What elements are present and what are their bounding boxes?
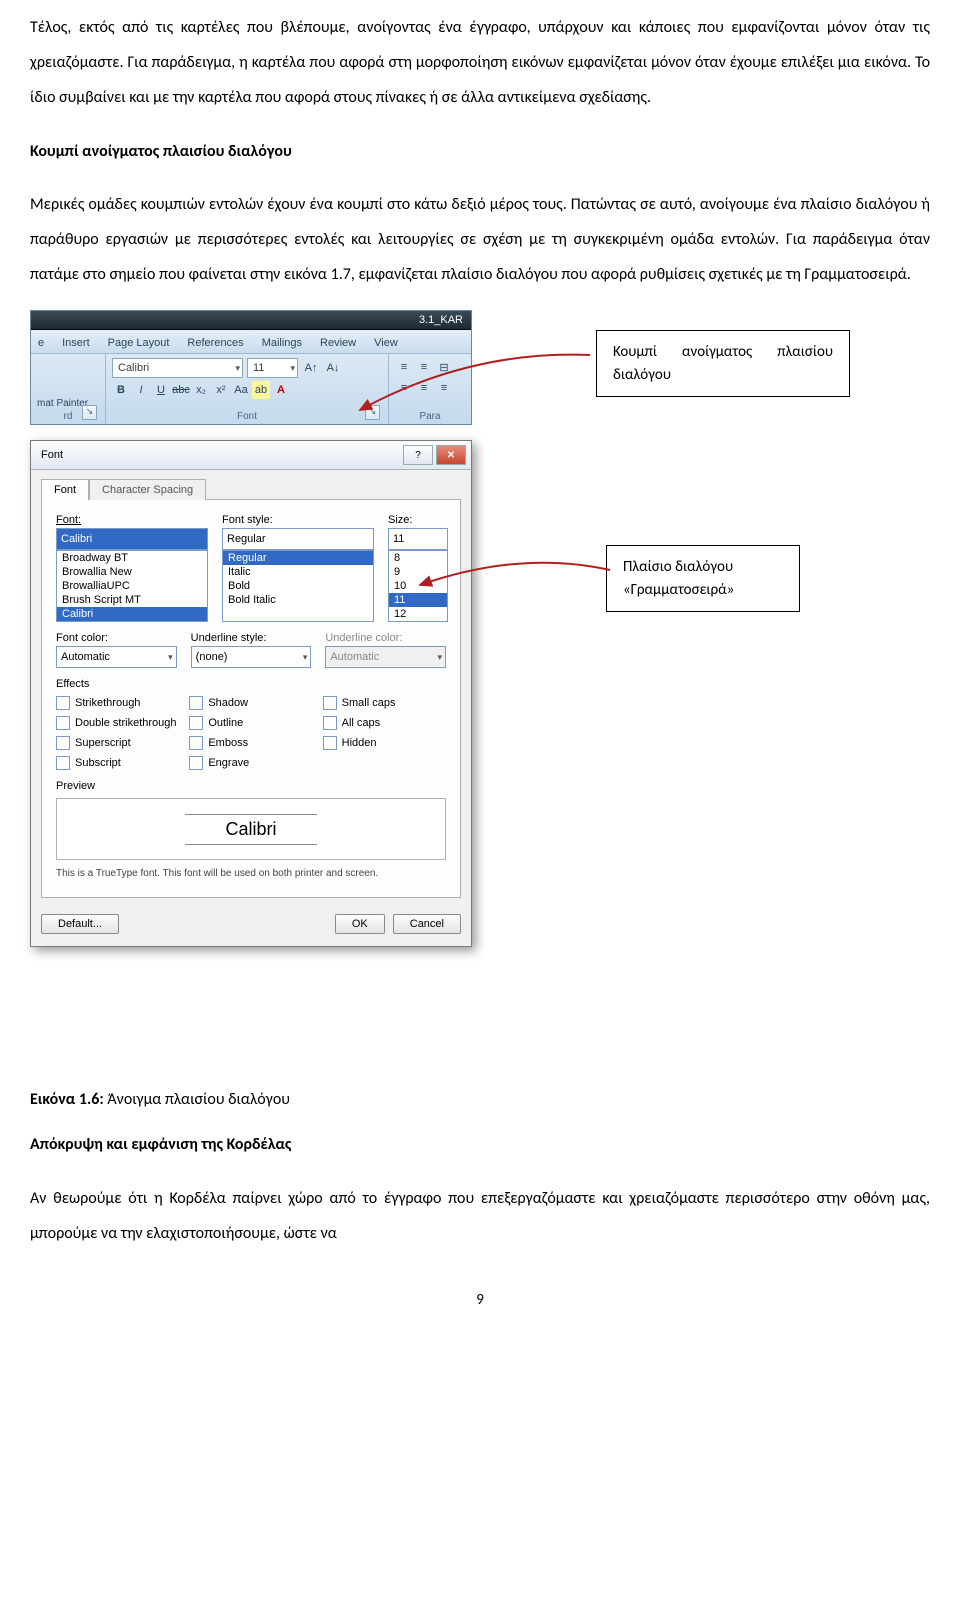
figure-1-6: 3.1_KAR e Insert Page Layout References …	[30, 310, 930, 1050]
subscript-button[interactable]: x₂	[192, 381, 210, 399]
shrink-font-icon[interactable]: A↓	[324, 359, 342, 377]
numbering-icon[interactable]: ≡	[415, 358, 433, 376]
chk-smallcaps[interactable]: Small caps	[323, 696, 446, 710]
font-color-dropdown[interactable]: Automatic	[56, 646, 177, 668]
default-button[interactable]: Default...	[41, 914, 119, 934]
label-font-color: Font color:	[56, 632, 177, 644]
tab-font[interactable]: Font	[41, 479, 89, 500]
word-ribbon: 3.1_KAR e Insert Page Layout References …	[30, 310, 472, 425]
align-right-icon[interactable]: ≡	[435, 379, 453, 397]
heading-hide-ribbon: Απόκρυψη και εμφάνιση της Κορδέλας	[30, 1127, 930, 1162]
help-icon[interactable]: ?	[403, 445, 433, 465]
font-color-button[interactable]: A	[272, 381, 290, 399]
label-font: Font:	[56, 514, 208, 526]
font-style-listbox[interactable]: Regular Italic Bold Bold Italic	[222, 550, 374, 622]
chk-hidden[interactable]: Hidden	[323, 736, 446, 750]
ribbon-tab-insert[interactable]: Insert	[60, 334, 92, 353]
callout-dialog-launcher: Κουμπί ανοίγματος πλαισίου διαλόγου	[596, 330, 850, 397]
chk-double-strike[interactable]: Double strikethrough	[56, 716, 179, 730]
underline-style-dropdown[interactable]: (none)	[191, 646, 312, 668]
label-underline-style: Underline style:	[191, 632, 312, 644]
paragraph-group-label: Para	[395, 409, 465, 422]
cancel-button[interactable]: Cancel	[393, 914, 461, 934]
underline-button[interactable]: U	[152, 381, 170, 399]
bullets-icon[interactable]: ≡	[395, 358, 413, 376]
paragraph-1: Τέλος, εκτός από τις καρτέλες που βλέπου…	[30, 10, 930, 116]
ribbon-tab-references[interactable]: References	[185, 334, 245, 353]
preview-sample: Calibri	[185, 814, 316, 845]
chk-allcaps[interactable]: All caps	[323, 716, 446, 730]
superscript-button[interactable]: x²	[212, 381, 230, 399]
heading-dialog-launcher: Κουμπί ανοίγματος πλαισίου διαλόγου	[30, 134, 930, 169]
page-number: 9	[30, 1291, 930, 1309]
grow-font-icon[interactable]: A↑	[302, 359, 320, 377]
label-font-style: Font style:	[222, 514, 374, 526]
font-input[interactable]	[56, 528, 208, 550]
figure-caption: Εικόνα 1.6: Άνοιγμα πλαισίου διαλόγου	[30, 1090, 930, 1109]
italic-button[interactable]: I	[132, 381, 150, 399]
chk-subscript[interactable]: Subscript	[56, 756, 179, 770]
preview-heading: Preview	[56, 780, 446, 792]
font-dialog: Font ? ✕ Font Character Spacing Font: Br…	[30, 440, 472, 947]
ribbon-tab-home-edge[interactable]: e	[36, 334, 46, 353]
window-title-bar: 3.1_KAR	[31, 311, 471, 330]
font-style-input[interactable]	[222, 528, 374, 550]
label-underline-color: Underline color:	[325, 632, 446, 644]
font-group-label: Font ↘	[112, 409, 382, 422]
preview-box: Calibri	[56, 798, 446, 860]
clipboard-group-label: rd ↘	[37, 409, 99, 422]
preview-note: This is a TrueType font. This font will …	[56, 868, 446, 879]
font-dialog-launcher[interactable]: ↘	[365, 405, 380, 420]
paragraph-3: Αν θεωρούμε ότι η Κορδέλα παίρνει χώρο α…	[30, 1181, 930, 1251]
size-listbox[interactable]: 8 9 10 11 12	[388, 550, 448, 622]
font-size-combo[interactable]: 11	[247, 358, 298, 378]
callout-font-dialog: Πλαίσιο διαλόγου «Γραμματοσειρά»	[606, 545, 800, 612]
highlight-button[interactable]: ab	[252, 381, 270, 399]
paragraph-2: Μερικές ομάδες κουμπιών εντολών έχουν έν…	[30, 187, 930, 293]
ribbon-tabs: e Insert Page Layout References Mailings…	[31, 330, 471, 354]
size-input[interactable]	[388, 528, 448, 550]
chk-outline[interactable]: Outline	[189, 716, 312, 730]
chk-superscript[interactable]: Superscript	[56, 736, 179, 750]
chk-emboss[interactable]: Emboss	[189, 736, 312, 750]
clipboard-group: mat Painter rd ↘	[31, 354, 106, 424]
effects-grid: Strikethrough Shadow Small caps Double s…	[56, 696, 446, 770]
ok-button[interactable]: OK	[335, 914, 385, 934]
font-listbox[interactable]: Broadway BT Browallia New BrowalliaUPC B…	[56, 550, 208, 622]
font-name-combo[interactable]: Calibri	[112, 358, 243, 378]
ribbon-tab-review[interactable]: Review	[318, 334, 358, 353]
multilevel-icon[interactable]: ⊟	[435, 358, 453, 376]
ribbon-tab-mailings[interactable]: Mailings	[260, 334, 304, 353]
strike-button[interactable]: abc	[172, 381, 190, 399]
dialog-title: Font	[41, 449, 63, 461]
change-case-button[interactable]: Aa	[232, 381, 250, 399]
label-size: Size:	[388, 514, 448, 526]
font-group: Calibri 11 A↑ A↓ B I U abc x₂ x² Aa ab	[106, 354, 389, 424]
bold-button[interactable]: B	[112, 381, 130, 399]
align-center-icon[interactable]: ≡	[415, 379, 433, 397]
ribbon-tab-pagelayout[interactable]: Page Layout	[106, 334, 172, 353]
format-painter-label[interactable]: mat Painter	[37, 398, 88, 409]
effects-heading: Effects	[56, 678, 446, 690]
underline-color-dropdown: Automatic	[325, 646, 446, 668]
ribbon-tab-view[interactable]: View	[372, 334, 400, 353]
paragraph-group: ≡ ≡ ⊟ ≡ ≡ ≡ Para	[389, 354, 471, 424]
clipboard-dialog-launcher[interactable]: ↘	[82, 405, 97, 420]
tab-character-spacing[interactable]: Character Spacing	[89, 479, 206, 500]
chk-engrave[interactable]: Engrave	[189, 756, 312, 770]
chk-shadow[interactable]: Shadow	[189, 696, 312, 710]
close-icon[interactable]: ✕	[436, 445, 466, 465]
align-left-icon[interactable]: ≡	[395, 379, 413, 397]
chk-strikethrough[interactable]: Strikethrough	[56, 696, 179, 710]
